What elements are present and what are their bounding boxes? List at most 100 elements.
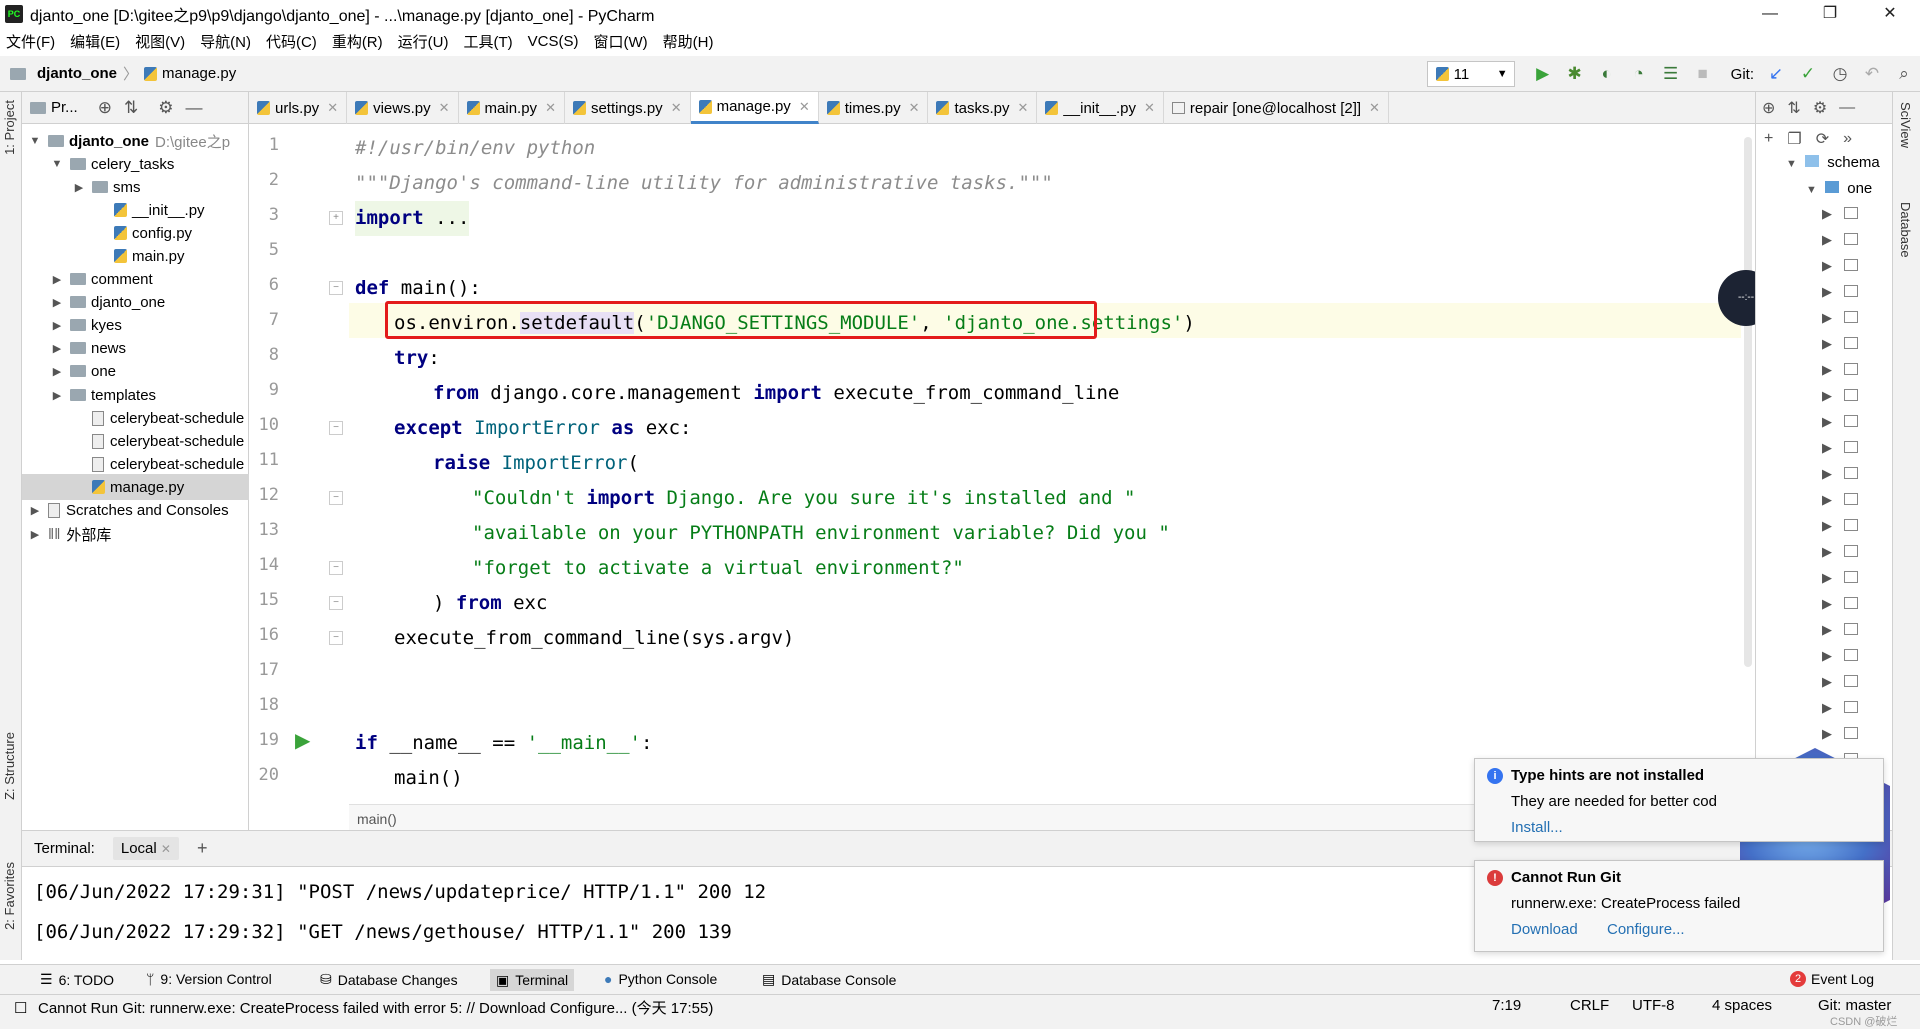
db-table-item[interactable]: ▶ <box>1822 700 1858 716</box>
code-editor[interactable]: #!/usr/bin/env python """Django's command… <box>349 131 1741 804</box>
project-side-tab[interactable]: 1: Project <box>2 100 17 155</box>
code-line[interactable]: "Couldn't import Django. Are you sure it… <box>472 481 1136 516</box>
db-table-item[interactable]: ▶ <box>1822 284 1858 300</box>
git-commit-icon[interactable]: ✓ <box>1792 61 1824 87</box>
code-line[interactable]: from django.core.management import execu… <box>433 376 1119 411</box>
rollback-icon[interactable]: ↶ <box>1856 61 1888 87</box>
breadcrumb-file[interactable]: manage.py <box>162 65 236 82</box>
close-icon[interactable]: ✕ <box>327 100 338 116</box>
editor-tab[interactable]: manage.py ✕ <box>690 92 819 124</box>
indent-setting[interactable]: 4 spaces <box>1712 997 1772 1014</box>
db-table-item[interactable]: ▶ <box>1822 518 1858 534</box>
code-line[interactable]: ) from exc <box>433 586 547 621</box>
editor-tab[interactable]: main.py ✕ <box>459 92 565 124</box>
db-table-item[interactable]: ▶ <box>1822 648 1858 664</box>
line-number[interactable]: 5 <box>249 240 279 260</box>
chevron-right-icon[interactable]: ▶ <box>50 296 64 309</box>
database-console-tool-button[interactable]: ▤ Database Console <box>762 971 896 988</box>
database-changes-tool-button[interactable]: ⛁ Database Changes <box>320 971 458 988</box>
code-line[interactable]: import ... <box>355 201 470 236</box>
close-icon[interactable]: ✕ <box>1018 100 1029 116</box>
db-table-item[interactable]: ▶ <box>1822 622 1858 638</box>
scrollbar-thumb[interactable] <box>1744 137 1752 667</box>
debug-icon[interactable]: ✱ <box>1559 61 1591 87</box>
line-number[interactable]: 3 <box>249 205 279 225</box>
line-number[interactable]: 16 <box>249 625 279 645</box>
collapse-icon[interactable]: ⇅ <box>1787 98 1800 118</box>
refresh-icon[interactable]: ⟳ <box>1816 129 1829 149</box>
db-table-item[interactable]: ▶ <box>1822 414 1858 430</box>
menu-help[interactable]: 帮助(H) <box>663 31 714 52</box>
editor-tab[interactable]: __init__.py ✕ <box>1037 92 1164 124</box>
line-number[interactable]: 11 <box>249 450 279 470</box>
db-table-item[interactable]: ▶ <box>1822 388 1858 404</box>
favorites-side-tab[interactable]: 2: Favorites <box>2 862 17 930</box>
profile-icon[interactable]: ◔ <box>1623 61 1655 87</box>
db-table-item[interactable]: ▶ <box>1822 726 1858 742</box>
line-number[interactable]: 17 <box>249 660 279 680</box>
gear-icon[interactable]: ⚙ <box>1813 98 1827 118</box>
chevron-right-icon[interactable]: ▶ <box>28 528 42 541</box>
db-table-item[interactable]: ▶ <box>1822 206 1858 222</box>
menu-run[interactable]: 运行(U) <box>398 31 449 52</box>
code-line[interactable]: raise ImportError( <box>433 446 639 481</box>
line-number[interactable]: 6 <box>249 275 279 295</box>
line-number[interactable]: 19 <box>249 730 279 750</box>
db-table-item[interactable]: ▶ <box>1822 466 1858 482</box>
breadcrumb-project[interactable]: djanto_one <box>37 65 117 82</box>
git-branch[interactable]: Git: master <box>1818 997 1891 1014</box>
status-toggle-icon[interactable]: ☐ <box>14 999 27 1017</box>
menu-navigate[interactable]: 导航(N) <box>200 31 251 52</box>
locate-icon[interactable]: ⊕ <box>98 98 112 118</box>
search-icon[interactable]: ⌕ <box>1888 61 1920 87</box>
tree-item[interactable]: ▶ Scratches and Consoles <box>22 497 249 523</box>
close-icon[interactable]: ✕ <box>799 99 810 115</box>
menu-window[interactable]: 窗口(W) <box>593 31 647 52</box>
db-table-item[interactable]: ▶ <box>1822 544 1858 560</box>
editor-tab[interactable]: repair [one@localhost [2]] ✕ <box>1164 92 1389 124</box>
run-config-select[interactable]: 11 ▼ <box>1426 61 1515 87</box>
event-log-button[interactable]: 2 Event Log <box>1790 971 1874 987</box>
fold-marker-icon[interactable]: − <box>329 596 343 610</box>
globe-icon[interactable]: ⊕ <box>1762 98 1775 118</box>
run-icon[interactable]: ▶ <box>1527 61 1559 87</box>
db-table-item[interactable]: ▶ <box>1822 362 1858 378</box>
editor-scrollbar[interactable] <box>1741 131 1755 804</box>
structure-side-tab[interactable]: Z: Structure <box>2 732 17 800</box>
code-line[interactable]: try: <box>394 341 440 376</box>
tree-item[interactable]: ▶ one <box>22 358 249 384</box>
menu-view[interactable]: 视图(V) <box>135 31 185 52</box>
close-icon[interactable]: ✕ <box>1144 100 1155 116</box>
db-one-item[interactable]: ▼ one <box>1806 180 1872 197</box>
editor-tab[interactable]: views.py ✕ <box>347 92 459 124</box>
run-gutter-icon[interactable]: ▶ <box>295 728 310 753</box>
line-separator[interactable]: CRLF <box>1570 997 1609 1014</box>
menu-refactor[interactable]: 重构(R) <box>332 31 383 52</box>
gear-icon[interactable]: ⚙ <box>158 98 173 118</box>
chevron-right-icon[interactable]: ▶ <box>50 342 64 355</box>
code-line[interactable]: main() <box>394 761 463 796</box>
add-terminal-icon[interactable]: + <box>197 838 208 859</box>
menu-code[interactable]: 代码(C) <box>266 31 317 52</box>
line-number[interactable]: 15 <box>249 590 279 610</box>
fold-marker-icon[interactable]: − <box>329 631 343 645</box>
menu-file[interactable]: 文件(F) <box>6 31 55 52</box>
chevron-right-icon[interactable]: ▶ <box>28 504 42 517</box>
install-link[interactable]: Install... <box>1511 819 1563 836</box>
db-table-item[interactable]: ▶ <box>1822 258 1858 274</box>
editor-tab[interactable]: tasks.py ✕ <box>928 92 1038 124</box>
restore-button[interactable]: ❐ <box>1800 0 1860 28</box>
add-icon[interactable]: + <box>1764 130 1773 148</box>
download-link[interactable]: Download <box>1511 921 1578 938</box>
line-number[interactable]: 20 <box>249 765 279 785</box>
menu-tools[interactable]: 工具(T) <box>463 31 512 52</box>
fold-marker-icon[interactable]: − <box>329 281 343 295</box>
menu-edit[interactable]: 编辑(E) <box>70 31 120 52</box>
line-number[interactable]: 7 <box>249 310 279 330</box>
line-number[interactable]: 2 <box>249 170 279 190</box>
git-update-icon[interactable]: ↙ <box>1760 61 1792 87</box>
collapse-icon[interactable]: ⇅ <box>124 98 138 118</box>
code-line[interactable]: "available on your PYTHONPATH environmen… <box>472 516 1170 551</box>
chevron-down-icon[interactable]: ▼ <box>50 158 64 170</box>
close-icon[interactable]: ✕ <box>909 100 920 116</box>
